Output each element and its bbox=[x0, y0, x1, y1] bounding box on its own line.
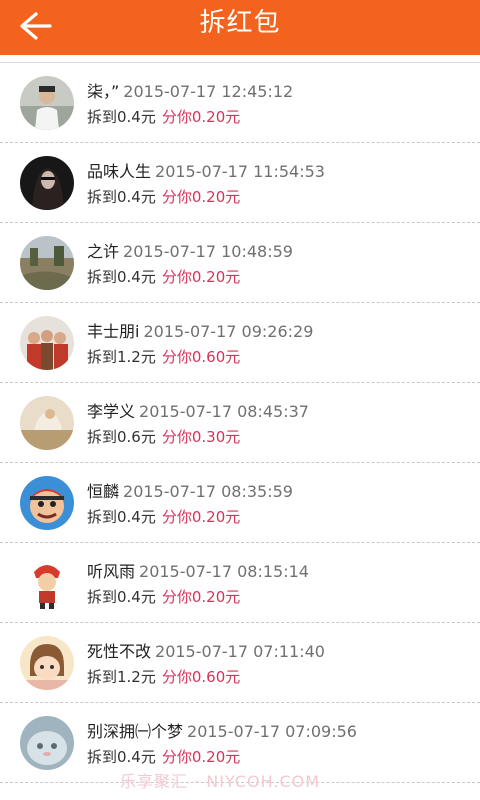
avatar bbox=[20, 636, 74, 690]
timestamp: 2015-07-17 09:26:29 bbox=[143, 322, 314, 341]
app-header: 拆红包 bbox=[0, 0, 480, 55]
amount-got: 拆到0.4元 bbox=[87, 108, 156, 126]
watermark: 乐享聚汇 · NIYCOH.COM bbox=[120, 772, 321, 791]
amount-shared: 分你0.20元 bbox=[161, 268, 241, 286]
timestamp: 2015-07-17 12:45:12 bbox=[123, 82, 294, 101]
user-name: 品味人生 bbox=[87, 162, 152, 181]
amount-got: 拆到0.4元 bbox=[87, 188, 156, 206]
timestamp: 2015-07-17 10:48:59 bbox=[123, 242, 293, 261]
amount-shared: 分你0.20元 bbox=[161, 748, 241, 766]
list-item[interactable]: 恒麟 2015-07-17 08:35:59 拆到0.4元 分你0.20元 bbox=[0, 463, 480, 543]
amount-got: 拆到0.4元 bbox=[87, 748, 156, 766]
amount-got: 拆到1.2元 bbox=[87, 668, 156, 686]
timestamp: 2015-07-17 11:54:53 bbox=[155, 162, 325, 181]
timestamp: 2015-07-17 07:11:40 bbox=[155, 642, 325, 661]
avatar bbox=[20, 476, 74, 530]
user-name: 丰士朋i bbox=[87, 322, 140, 341]
amount-got: 拆到0.4元 bbox=[87, 508, 156, 526]
amount-shared: 分你0.20元 bbox=[161, 188, 241, 206]
amount-shared: 分你0.60元 bbox=[161, 348, 241, 366]
timestamp: 2015-07-17 08:15:14 bbox=[139, 562, 309, 581]
list-item[interactable]: 死性不改 2015-07-17 07:11:40 拆到1.2元 分你0.60元 bbox=[0, 623, 480, 703]
amount-got: 拆到1.2元 bbox=[87, 348, 156, 366]
avatar bbox=[20, 716, 74, 770]
user-name: 柒，” bbox=[87, 82, 120, 101]
timestamp: 2015-07-17 08:45:37 bbox=[139, 402, 309, 421]
avatar bbox=[20, 316, 74, 370]
user-name: 之许 bbox=[87, 242, 120, 261]
red-packet-record-list: 柒，” 2015-07-17 12:45:12 拆到0.4元 分你0.20元 品味人… bbox=[0, 62, 480, 783]
amount-shared: 分你0.20元 bbox=[161, 108, 241, 126]
amount-got: 拆到0.4元 bbox=[87, 588, 156, 606]
amount-shared: 分你0.20元 bbox=[161, 588, 241, 606]
avatar bbox=[20, 236, 74, 290]
amount-shared: 分你0.60元 bbox=[161, 668, 241, 686]
amount-got: 拆到0.6元 bbox=[87, 428, 156, 446]
user-name: 死性不改 bbox=[87, 642, 152, 661]
timestamp: 2015-07-17 07:09:56 bbox=[187, 722, 357, 741]
avatar bbox=[20, 556, 74, 610]
amount-got: 拆到0.4元 bbox=[87, 268, 156, 286]
user-name: 恒麟 bbox=[87, 482, 120, 501]
list-item[interactable]: 听风雨 2015-07-17 08:15:14 拆到0.4元 分你0.20元 bbox=[0, 543, 480, 623]
timestamp: 2015-07-17 08:35:59 bbox=[123, 482, 293, 501]
list-item[interactable]: 李学义 2015-07-17 08:45:37 拆到0.6元 分你0.30元 bbox=[0, 383, 480, 463]
amount-shared: 分你0.20元 bbox=[161, 508, 241, 526]
avatar bbox=[20, 396, 74, 450]
list-item[interactable]: 柒，” 2015-07-17 12:45:12 拆到0.4元 分你0.20元 bbox=[0, 62, 480, 143]
list-item[interactable]: 丰士朋i 2015-07-17 09:26:29 拆到1.2元 分你0.60元 bbox=[0, 303, 480, 383]
list-item[interactable]: 品味人生 2015-07-17 11:54:53 拆到0.4元 分你0.20元 bbox=[0, 143, 480, 223]
user-name: 别深拥㈠个梦 bbox=[87, 722, 184, 741]
amount-shared: 分你0.30元 bbox=[161, 428, 241, 446]
avatar bbox=[20, 76, 74, 130]
list-item[interactable]: 之许 2015-07-17 10:48:59 拆到0.4元 分你0.20元 bbox=[0, 223, 480, 303]
user-name: 听风雨 bbox=[87, 562, 136, 581]
avatar bbox=[20, 156, 74, 210]
user-name: 李学义 bbox=[87, 402, 136, 421]
page-title: 拆红包 bbox=[199, 8, 281, 38]
